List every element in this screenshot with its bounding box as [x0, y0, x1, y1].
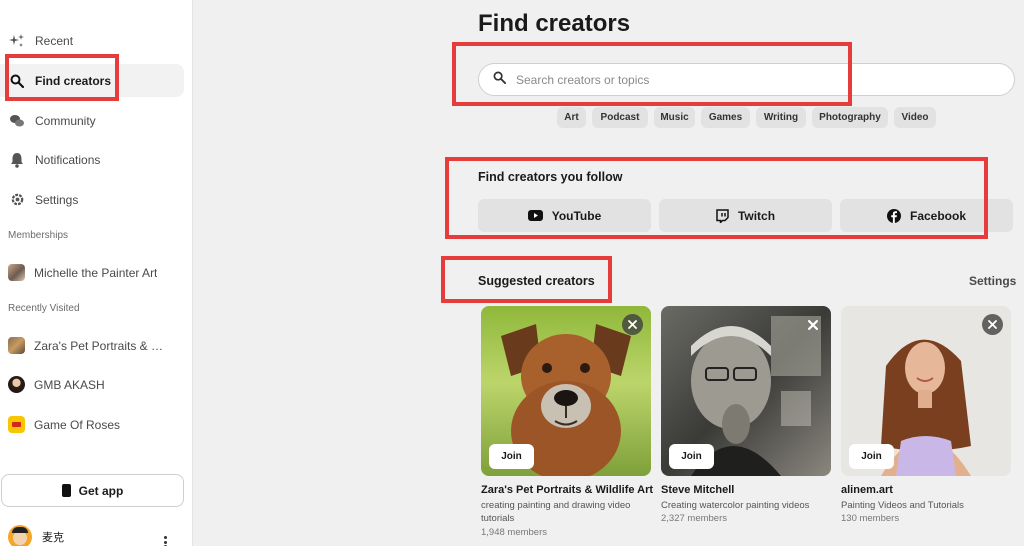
user-name: 麦克: [42, 532, 64, 544]
gear-icon: [8, 191, 26, 209]
creator-name[interactable]: alinem.art: [841, 484, 893, 496]
join-button[interactable]: Join: [669, 444, 714, 469]
recent-item[interactable]: Zara's Pet Portraits & Wi...: [0, 329, 184, 362]
highlight-box: [452, 42, 852, 106]
page-title: Find creators: [478, 10, 631, 37]
creator-avatar: [8, 337, 25, 354]
phone-icon: [61, 484, 71, 497]
chip-games[interactable]: Games: [701, 107, 750, 128]
chip-music[interactable]: Music: [654, 107, 695, 128]
dismiss-icon[interactable]: [982, 314, 1003, 335]
recent-item-label: Zara's Pet Portraits & Wi...: [34, 338, 174, 353]
get-app-button[interactable]: Get app: [1, 474, 184, 507]
creator-avatar: [8, 264, 25, 281]
join-button[interactable]: Join: [489, 444, 534, 469]
creator-name[interactable]: Zara's Pet Portraits & Wildlife Art: [481, 484, 653, 496]
chip-podcast[interactable]: Podcast: [592, 107, 648, 128]
recent-item[interactable]: Game Of Roses: [0, 408, 184, 441]
nav-settings[interactable]: Settings: [0, 183, 184, 216]
creator-avatar: [8, 416, 25, 433]
recent-item-label: GMB AKASH: [34, 377, 105, 392]
chip-writing[interactable]: Writing: [756, 107, 806, 128]
nav-recent[interactable]: Recent: [0, 24, 184, 57]
highlight-box: [441, 256, 612, 303]
recently-visited-heading: Recently Visited: [8, 303, 80, 314]
creator-description: Painting Videos and Tutorials: [841, 500, 964, 511]
creator-members: 2,327 members: [661, 513, 728, 524]
recent-item[interactable]: GMB AKASH: [0, 368, 184, 401]
memberships-heading: Memberships: [8, 230, 69, 241]
sparkle-icon: [8, 32, 26, 50]
chip-video[interactable]: Video: [894, 107, 936, 128]
nav-community-label: Community: [35, 113, 96, 128]
membership-label: Michelle the Painter Art: [34, 265, 158, 280]
creator-card[interactable]: Join: [661, 306, 831, 476]
nav-notifications-label: Notifications: [35, 152, 101, 167]
creator-card[interactable]: Join: [481, 306, 651, 476]
user-profile[interactable]: 麦克: [8, 525, 64, 546]
chip-photography[interactable]: Photography: [812, 107, 888, 128]
creator-members: 130 members: [841, 513, 900, 524]
membership-item[interactable]: Michelle the Painter Art: [0, 256, 184, 289]
creator-description: creating painting and drawing video tuto…: [481, 500, 631, 524]
get-app-label: Get app: [78, 483, 124, 498]
suggested-settings-link[interactable]: Settings: [969, 274, 1016, 288]
creator-name[interactable]: Steve Mitchell: [661, 484, 734, 496]
dismiss-icon[interactable]: [622, 314, 643, 335]
dismiss-icon[interactable]: [802, 314, 823, 335]
chat-bubbles-icon: [8, 112, 26, 130]
nav-recent-label: Recent: [35, 33, 74, 48]
join-button[interactable]: Join: [849, 444, 894, 469]
nav-notifications[interactable]: Notifications: [0, 143, 184, 176]
nav-community[interactable]: Community: [0, 104, 184, 137]
creator-avatar: [8, 376, 25, 393]
user-avatar: [8, 525, 32, 546]
creator-members: 1,948 members: [481, 527, 548, 538]
bell-icon: [8, 151, 26, 169]
chip-art[interactable]: Art: [557, 107, 586, 128]
creator-card[interactable]: Join: [841, 306, 1011, 476]
highlight-box: [5, 54, 119, 101]
recent-item-label: Game Of Roses: [34, 417, 121, 432]
nav-settings-label: Settings: [35, 192, 79, 207]
creator-description: Creating watercolor painting videos: [661, 500, 810, 511]
more-options-icon[interactable]: [164, 536, 168, 546]
highlight-box: [445, 157, 988, 239]
